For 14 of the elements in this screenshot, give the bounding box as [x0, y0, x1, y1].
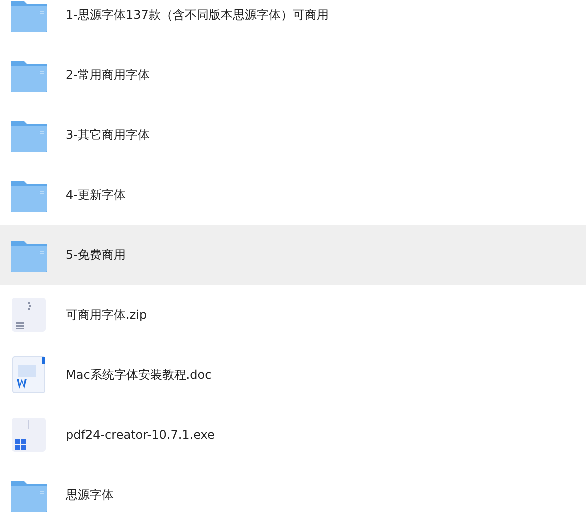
file-name: 1-思源字体137款（含不同版本思源字体）可商用	[66, 6, 329, 24]
zip-file-icon	[10, 296, 48, 334]
file-name: 可商用字体.zip	[66, 306, 148, 324]
file-name: 4-更新字体	[66, 186, 126, 204]
executable-file-icon	[10, 416, 48, 454]
file-name: 3-其它商用字体	[66, 126, 150, 144]
folder-icon	[10, 0, 48, 34]
word-document-icon	[10, 356, 48, 394]
file-name: pdf24-creator-10.7.1.exe	[66, 428, 215, 442]
file-name: 5-免费商用	[66, 246, 126, 264]
file-row[interactable]: 5-免费商用	[0, 225, 586, 285]
file-name: Mac系统字体安装教程.doc	[66, 366, 212, 384]
file-name: 2-常用商用字体	[66, 66, 150, 84]
file-name: 思源字体	[66, 486, 114, 504]
